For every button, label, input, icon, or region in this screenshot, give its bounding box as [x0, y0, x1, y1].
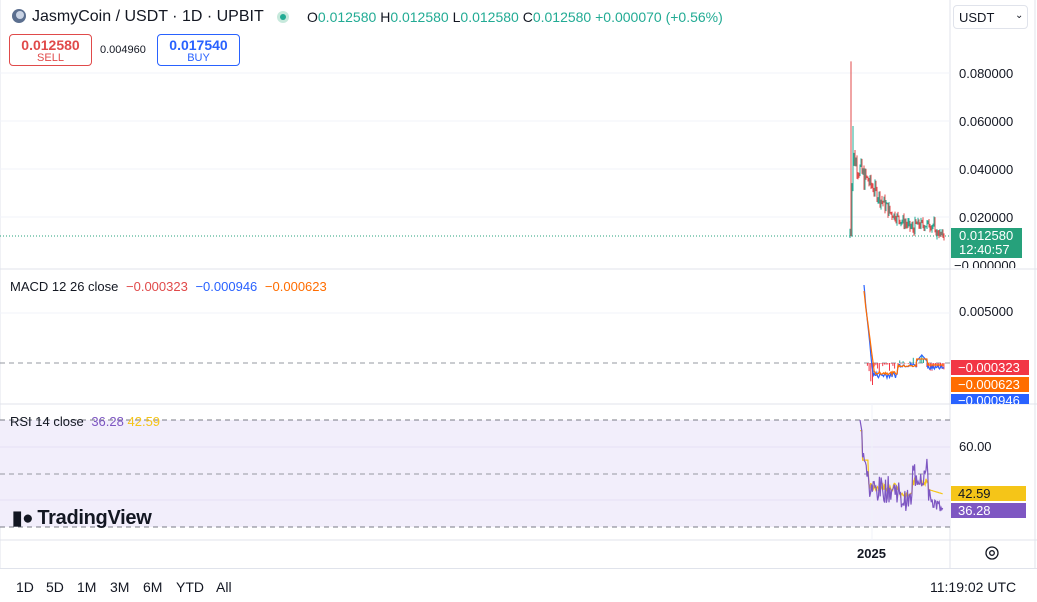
rsi-legend[interactable]: RSI 14 close 36.28 42.59 [10, 414, 160, 429]
range-1d-button[interactable]: 1D [16, 579, 34, 595]
chevron-down-icon[interactable]: ⌄ [1015, 10, 1023, 21]
buy-label: BUY [187, 52, 210, 64]
market-status-dot [280, 14, 286, 20]
ohlc-readout: O0.012580 H0.012580 L0.012580 C0.012580 … [307, 9, 723, 25]
chart-settings-icon[interactable] [985, 546, 999, 560]
macd-legend[interactable]: MACD 12 26 close −0.000323 −0.000946 −0.… [10, 279, 327, 294]
bar-countdown: 12:40:57 [959, 242, 1010, 257]
price-axis-label: 0.080000 [959, 66, 1014, 81]
macd-signal-tag: −0.000623 [951, 377, 1029, 392]
macd-histogram [866, 355, 945, 385]
sell-label: SELL [37, 52, 64, 64]
price-axis-label: 0.060000 [959, 114, 1014, 129]
rsi-axis-label: 60.00 [959, 439, 992, 454]
chart-header: JasmyCoin / USDT · 1D · UPBIT O0.012580 … [0, 0, 950, 34]
change-value: +0.000070 (+0.56%) [595, 9, 723, 25]
macd-title: MACD 12 26 close [10, 279, 119, 294]
price-axis-label: 0.040000 [959, 162, 1014, 177]
rsi-ma-value: 42.59 [127, 414, 161, 429]
macd-line-tag: −0.000946 [951, 394, 1029, 404]
open-label: O [307, 9, 318, 25]
buy-price: 0.017540 [169, 37, 228, 53]
spread-value: 0.004960 [100, 44, 146, 56]
open-value: 0.012580 [317, 9, 377, 25]
last-price: 0.012580 [959, 228, 1014, 243]
rsi-ma-tag: 42.59 [951, 486, 1026, 501]
sell-button[interactable]: 0.012580 SELL [9, 34, 92, 66]
price-axis-label: −0.000000 [954, 258, 1016, 268]
utc-clock[interactable]: 11:19:02 UTC [930, 579, 1016, 595]
jasmycoin-logo-inner [16, 11, 24, 19]
rsi-title: RSI 14 close [10, 414, 84, 429]
close-value: 0.012580 [532, 9, 592, 25]
macd-axis-label: 0.005000 [959, 304, 1014, 319]
range-1m-button[interactable]: 1M [77, 579, 96, 595]
low-value: 0.012580 [460, 9, 519, 25]
high-label: H [380, 9, 391, 25]
time-axis-year: 2025 [857, 546, 886, 561]
range-ytd-button[interactable]: YTD [176, 579, 204, 595]
range-5d-button[interactable]: 5D [46, 579, 64, 595]
price-axis-label: 0.020000 [959, 210, 1014, 225]
range-all-button[interactable]: All [216, 579, 232, 595]
macd-line-value: −0.000946 [195, 279, 258, 294]
macd-hist-value: −0.000323 [126, 279, 188, 294]
rsi-tag: 36.28 [951, 503, 1026, 518]
sell-price: 0.012580 [21, 37, 80, 53]
macd-signal-value: −0.000623 [264, 279, 327, 294]
high-value: 0.012580 [390, 9, 449, 25]
macd-signal-line [863, 290, 944, 377]
buy-button[interactable]: 0.017540 BUY [157, 34, 240, 66]
rsi-value: 36.28 [91, 414, 124, 429]
price-candles [849, 61, 945, 241]
macd-hist-tag: −0.000323 [951, 360, 1029, 375]
last-price-tag: 0.012580 12:40:57 [951, 228, 1022, 258]
range-3m-button[interactable]: 3M [110, 579, 129, 595]
tradingview-mark-icon: ▮● [12, 508, 34, 529]
currency-value: USDT [959, 10, 995, 25]
tradingview-wordmark: TradingView [37, 507, 152, 529]
symbol-title[interactable]: JasmyCoin / USDT · 1D · UPBIT [32, 8, 264, 26]
tradingview-logo[interactable]: ▮● TradingView [12, 507, 152, 530]
range-6m-button[interactable]: 6M [143, 579, 162, 595]
close-label: C [522, 9, 533, 25]
